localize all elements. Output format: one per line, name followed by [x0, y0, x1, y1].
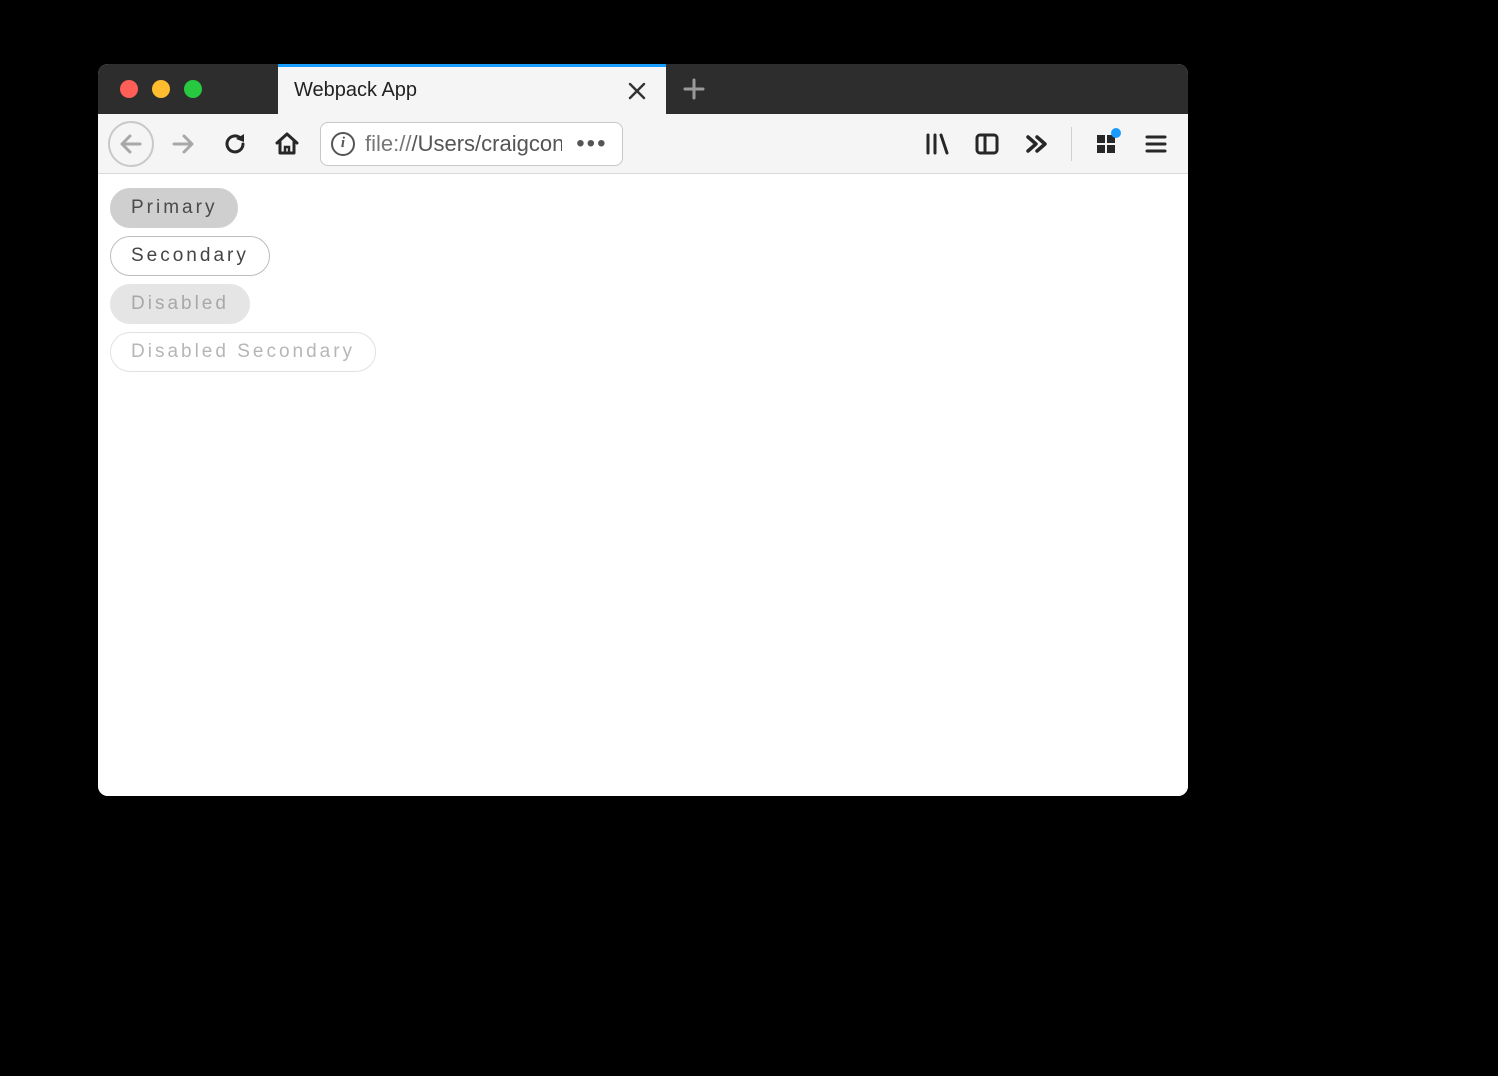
arrow-left-icon [119, 132, 143, 156]
forward-button[interactable] [160, 121, 206, 167]
disabled-button: Disabled [110, 284, 250, 324]
plus-icon [683, 78, 705, 100]
notification-dot-icon [1111, 128, 1121, 138]
browser-tab[interactable]: Webpack App [278, 64, 666, 114]
tab-title: Webpack App [294, 79, 624, 102]
disabled-secondary-button: Disabled Secondary [110, 332, 376, 372]
site-info-icon[interactable]: i [331, 132, 355, 156]
home-button[interactable] [264, 121, 310, 167]
reload-button[interactable] [212, 121, 258, 167]
sidebar-button[interactable] [965, 122, 1009, 166]
back-button[interactable] [108, 121, 154, 167]
window-minimize-button[interactable] [152, 80, 170, 98]
overflow-button[interactable] [1015, 122, 1059, 166]
library-button[interactable] [915, 122, 959, 166]
arrow-right-icon [171, 132, 195, 156]
secondary-button[interactable]: Secondary [110, 236, 270, 276]
close-icon [628, 82, 646, 100]
browser-window: Webpack App [98, 64, 1188, 796]
library-icon [923, 130, 951, 158]
reload-icon [222, 131, 248, 157]
hamburger-icon [1143, 131, 1169, 157]
app-menu-button[interactable] [1134, 122, 1178, 166]
tab-close-button[interactable] [624, 74, 650, 108]
home-icon [273, 130, 301, 158]
chevrons-right-icon [1023, 130, 1051, 158]
url-path: /Users/craigcondon/Developer/pub [411, 131, 562, 156]
window-zoom-button[interactable] [184, 80, 202, 98]
toolbar-separator [1071, 127, 1072, 161]
sidebar-icon [973, 130, 1001, 158]
address-text: file:///Users/craigcondon/Developer/pub [365, 131, 562, 157]
pocket-button[interactable] [1084, 122, 1128, 166]
tab-strip: Webpack App [98, 64, 1188, 114]
page-actions-button[interactable]: ••• [572, 130, 611, 158]
address-bar[interactable]: i file:///Users/craigcondon/Developer/pu… [320, 122, 623, 166]
window-close-button[interactable] [120, 80, 138, 98]
url-scheme: file:// [365, 131, 411, 156]
window-controls [98, 64, 278, 114]
page-viewport: Primary Secondary Disabled Disabled Seco… [98, 174, 1188, 796]
primary-button[interactable]: Primary [110, 188, 238, 228]
new-tab-button[interactable] [666, 64, 722, 114]
toolbar: i file:///Users/craigcondon/Developer/pu… [98, 114, 1188, 174]
